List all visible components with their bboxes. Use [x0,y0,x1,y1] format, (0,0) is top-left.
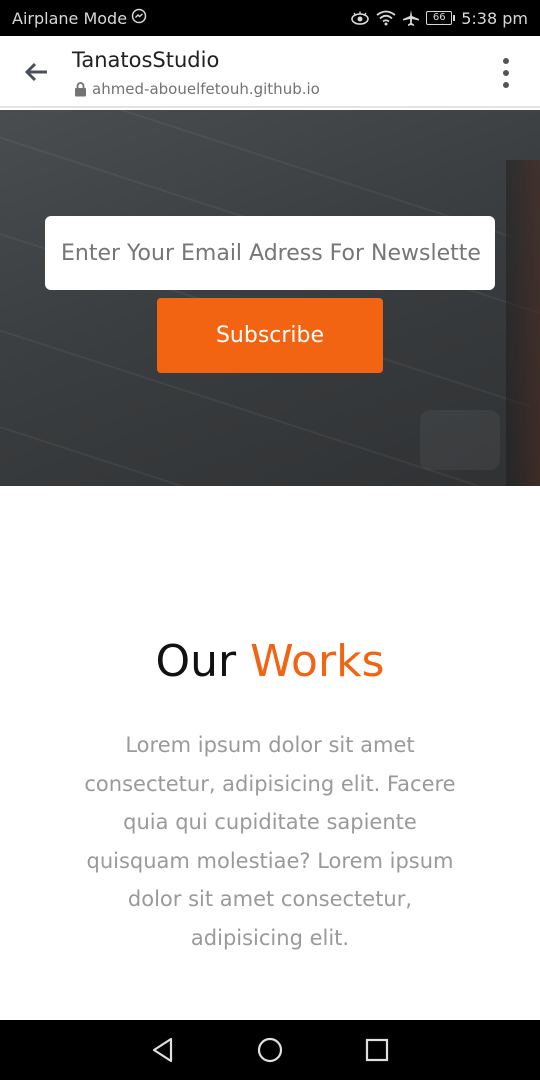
battery-level: 66 [426,11,453,25]
hero-section: Subscribe [0,110,540,486]
works-title-part1: Our [155,636,237,687]
system-nav-bar [0,1020,540,1080]
battery-icon: 66 [426,11,456,25]
back-button[interactable] [18,56,54,88]
nav-home-icon[interactable] [250,1030,290,1070]
works-title: Our Works [0,636,540,687]
more-vert-icon[interactable] [498,58,514,88]
status-left: Airplane Mode [12,8,147,28]
airplane-mode-label: Airplane Mode [12,8,128,28]
works-title-part2: Works [250,636,385,687]
works-description: Lorem ipsum dolor sit amet consectetur, … [84,733,456,950]
wifi-icon [376,10,396,26]
clock: 5:38 pm [461,8,528,28]
subscribe-button[interactable]: Subscribe [157,298,383,373]
airplane-icon [402,9,420,27]
nav-recents-icon[interactable] [357,1030,397,1070]
status-bar: Airplane Mode 66 5:38 pm [0,0,540,36]
email-input[interactable] [45,216,495,290]
page-title: TanatosStudio [72,48,220,72]
eye-comfort-icon [350,10,370,26]
status-right: 66 5:38 pm [350,9,528,28]
lock-icon [75,81,86,96]
back-arrow-icon [24,62,47,82]
url-text: ahmed-abouelfetouh.github.io [92,80,320,98]
nav-back-icon[interactable] [143,1030,183,1070]
browser-header: TanatosStudio ahmed-abouelfetouh.github.… [0,36,540,108]
messenger-icon [131,8,147,28]
url-display[interactable]: ahmed-abouelfetouh.github.io [74,80,320,98]
